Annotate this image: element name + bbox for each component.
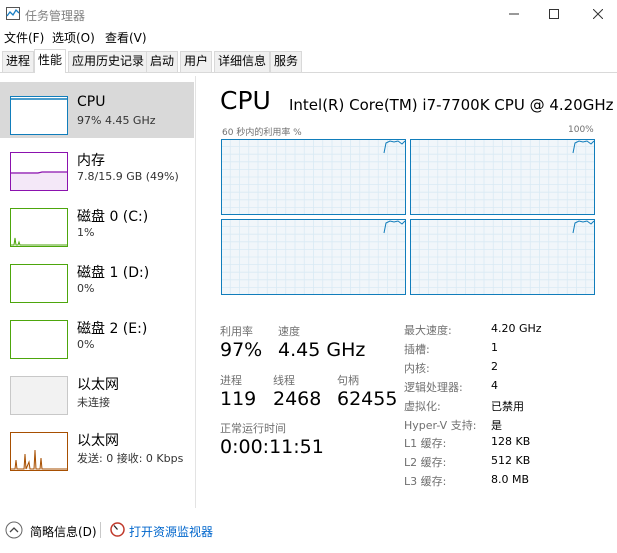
tab-users[interactable]: 用户	[180, 51, 213, 72]
processes-value: 119	[220, 388, 257, 410]
uptime-label: 正常运行时间	[220, 422, 286, 435]
utilization-value: 97%	[220, 339, 263, 361]
close-icon	[593, 9, 603, 19]
disk-1-thumbnail	[10, 264, 68, 303]
spec-value: 4	[491, 379, 498, 392]
open-resource-monitor-link[interactable]: 打开资源监视器	[129, 523, 213, 540]
spec-value: 2	[491, 360, 498, 373]
spec-value: 1	[491, 341, 498, 354]
menu-options[interactable]: 选项(O)	[52, 29, 95, 46]
tab-details[interactable]: 详细信息	[214, 51, 271, 72]
tab-processes[interactable]: 进程	[2, 51, 35, 72]
memory-thumbnail	[10, 152, 68, 191]
sidebar-item-label: 磁盘 1 (D:)	[77, 265, 150, 281]
threads-value: 2468	[273, 388, 322, 410]
cpu-thumbnail	[10, 96, 68, 135]
handles-label: 句柄	[337, 374, 359, 387]
maximize-button[interactable]	[543, 4, 565, 24]
spec-key: 最大速度:	[404, 324, 452, 337]
spec-key: Hyper-V 支持:	[404, 419, 477, 432]
minimize-button[interactable]	[503, 4, 525, 24]
core-graph-1	[410, 139, 595, 215]
resource-sidebar: CPU 97% 4.45 GHz 内存 7.8/15.9 GB (49%) 磁盘…	[0, 76, 196, 508]
resource-monitor-icon	[110, 522, 125, 537]
sidebar-item-label: 磁盘 2 (E:)	[77, 321, 148, 337]
cpu-utilization-graphs	[221, 139, 595, 295]
sidebar-item-ethernet-1[interactable]: 以太网 未连接	[0, 362, 194, 418]
ethernet-1-thumbnail	[10, 376, 68, 415]
spec-value: 是	[491, 419, 502, 432]
uptime-value: 0:00:11:51	[220, 436, 324, 458]
sidebar-item-disk-0[interactable]: 磁盘 0 (C:) 1%	[0, 194, 194, 250]
processes-label: 进程	[220, 374, 242, 387]
disk-2-thumbnail	[10, 320, 68, 359]
spec-key: 内核:	[404, 362, 430, 375]
fewer-details-link[interactable]: 简略信息(D)	[30, 523, 97, 540]
tab-app-history[interactable]: 应用历史记录	[68, 51, 149, 72]
spec-value: 512 KB	[491, 454, 531, 467]
spec-key: L3 缓存:	[404, 475, 447, 488]
sidebar-item-detail: 发送: 0 接收: 0 Kbps	[77, 452, 184, 465]
sidebar-item-ethernet-2[interactable]: 以太网 发送: 0 接收: 0 Kbps	[0, 418, 194, 474]
spec-key: L1 缓存:	[404, 437, 447, 450]
core-graph-2	[221, 219, 406, 295]
sidebar-item-detail: 7.8/15.9 GB (49%)	[77, 170, 179, 183]
task-manager-icon	[6, 7, 20, 20]
tab-services[interactable]: 服务	[270, 51, 303, 72]
sidebar-item-detail: 97% 4.45 GHz	[77, 114, 156, 127]
footer-bar: 简略信息(D) 打开资源监视器	[0, 516, 617, 546]
sidebar-item-label: 以太网	[77, 433, 119, 449]
speed-label: 速度	[278, 325, 300, 338]
spec-key: 逻辑处理器:	[404, 381, 463, 394]
page-title: CPU	[220, 86, 271, 115]
sidebar-item-memory[interactable]: 内存 7.8/15.9 GB (49%)	[0, 138, 194, 194]
sidebar-item-label: 内存	[77, 153, 105, 169]
spec-key: L2 缓存:	[404, 456, 447, 469]
title-bar: 任务管理器	[0, 0, 617, 28]
graph-max-label: 100%	[568, 125, 594, 135]
maximize-icon	[549, 9, 559, 19]
spec-key: 虚拟化:	[404, 400, 441, 413]
chevron-up-icon[interactable]	[5, 521, 23, 539]
spec-value: 4.20 GHz	[491, 322, 542, 335]
utilization-label: 利用率	[220, 325, 253, 338]
core-graph-0	[221, 139, 406, 215]
sidebar-item-detail: 0%	[77, 338, 95, 351]
tab-performance[interactable]: 性能	[34, 49, 67, 73]
tab-startup[interactable]: 启动	[146, 51, 179, 72]
spec-value: 128 KB	[491, 435, 531, 448]
sidebar-item-detail: 0%	[77, 282, 95, 295]
sidebar-item-detail: 1%	[77, 226, 95, 239]
sidebar-item-detail: 未连接	[77, 396, 110, 409]
spec-value: 8.0 MB	[491, 473, 530, 486]
cpu-model-name: Intel(R) Core(TM) i7-7700K CPU @ 4.20GHz	[289, 96, 614, 114]
tab-bar: 进程 性能 应用历史记录 启动 用户 详细信息 服务	[0, 49, 617, 73]
window-title: 任务管理器	[25, 9, 86, 23]
handles-value: 62455	[337, 388, 398, 410]
menu-file[interactable]: 文件(F)	[4, 29, 44, 46]
speed-value: 4.45 GHz	[278, 339, 366, 361]
close-button[interactable]	[587, 4, 609, 24]
spec-value: 已禁用	[491, 400, 524, 413]
ethernet-2-thumbnail	[10, 432, 68, 471]
threads-label: 线程	[273, 374, 295, 387]
menu-bar: 文件(F) 选项(O) 查看(V)	[0, 29, 617, 47]
sidebar-item-disk-2[interactable]: 磁盘 2 (E:) 0%	[0, 306, 194, 362]
sidebar-item-label: 磁盘 0 (C:)	[77, 209, 149, 225]
menu-view[interactable]: 查看(V)	[105, 29, 147, 46]
spec-key: 插槽:	[404, 343, 430, 356]
footer-divider	[100, 522, 101, 538]
core-graph-3	[410, 219, 595, 295]
graph-caption: 60 秒内的利用率 %	[222, 128, 302, 138]
sidebar-item-label: 以太网	[77, 377, 119, 393]
sidebar-item-cpu[interactable]: CPU 97% 4.45 GHz	[0, 82, 194, 138]
minimize-icon	[509, 13, 519, 15]
sidebar-item-disk-1[interactable]: 磁盘 1 (D:) 0%	[0, 250, 194, 306]
sidebar-item-label: CPU	[77, 94, 106, 110]
disk-0-thumbnail	[10, 208, 68, 247]
